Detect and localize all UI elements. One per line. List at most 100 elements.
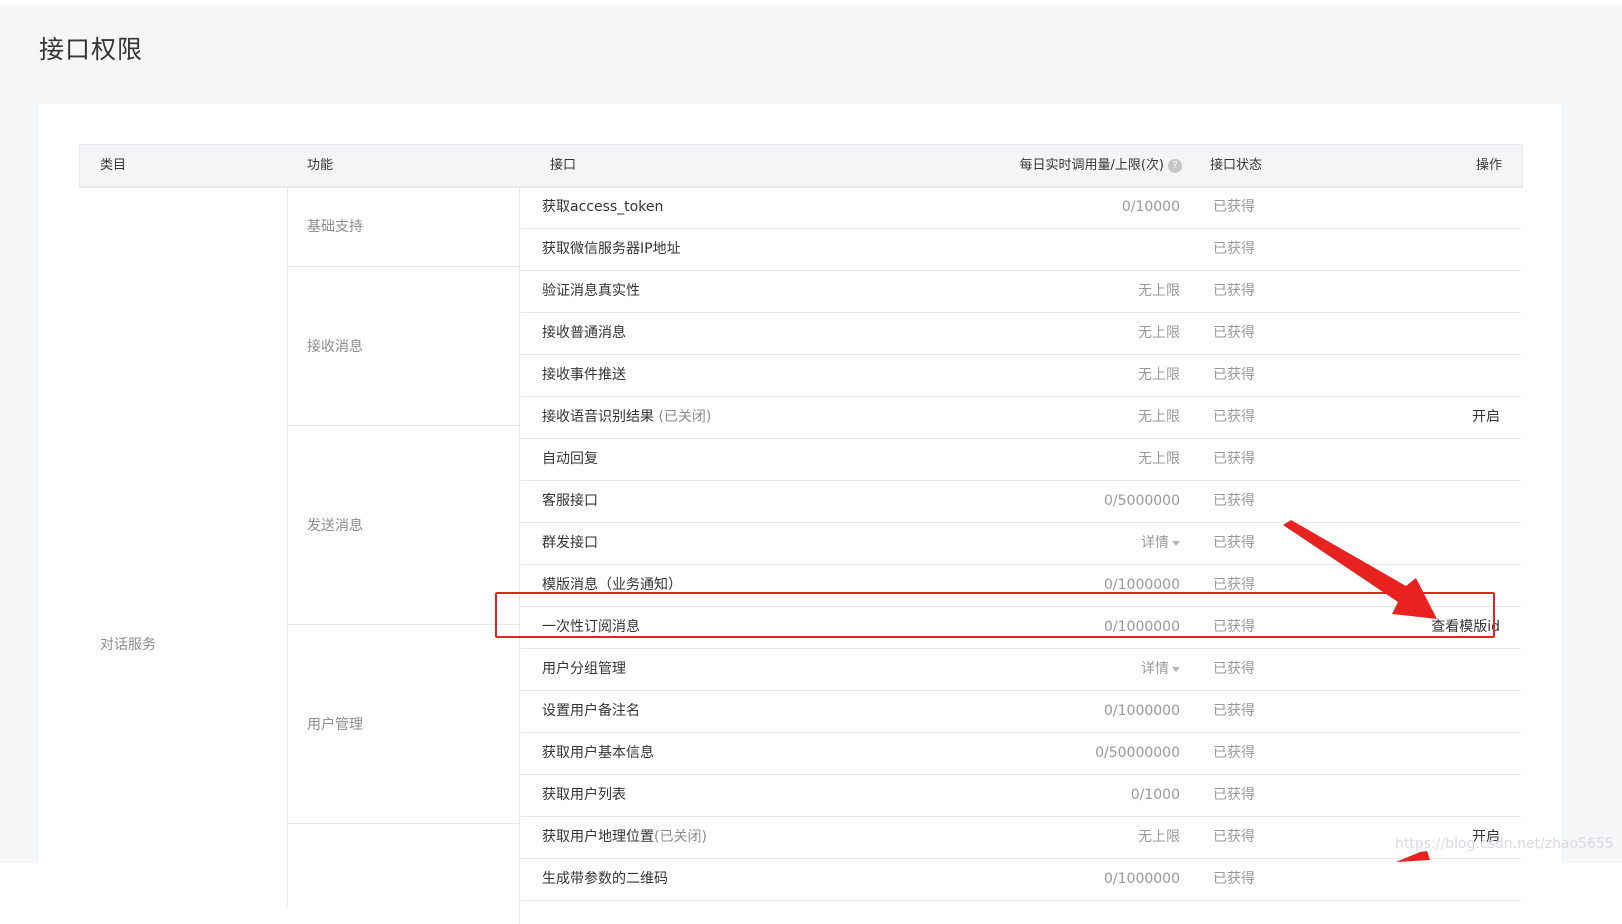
- table-row: 自动回复 无上限 已获得: [521, 439, 1521, 481]
- status-text: 已获得: [1213, 619, 1255, 635]
- help-icon[interactable]: ?: [1168, 158, 1182, 173]
- status-text: 已获得: [1213, 241, 1255, 257]
- status-text: 已获得: [1213, 367, 1255, 383]
- category-cell: 对话服务: [80, 187, 288, 907]
- quota-value: 无上限: [1138, 355, 1180, 396]
- api-name-text: 获取用户基本信息: [542, 745, 654, 761]
- status-text: 已获得: [1213, 703, 1255, 719]
- api-closed-note: (已关闭): [654, 409, 712, 425]
- quota-text: 无上限: [1138, 283, 1180, 299]
- quota-text: 0/1000000: [1104, 577, 1180, 593]
- page-title: 接口权限: [39, 35, 144, 64]
- group-cell-receive: 接收消息: [288, 267, 520, 426]
- quota-text: 无上限: [1138, 451, 1180, 467]
- quota-text: 0/10000: [1121, 199, 1180, 215]
- api-name: 生成带参数的二维码: [542, 859, 668, 900]
- quota-value: 无上限: [1138, 313, 1180, 354]
- table-row: 设置用户备注名 0/1000000 已获得: [521, 691, 1521, 733]
- api-name: 接收语音识别结果 (已关闭): [542, 397, 711, 438]
- quota-text: 0/1000000: [1104, 871, 1180, 887]
- quota-value: 0/1000000: [1104, 607, 1180, 648]
- api-name: 获取access_token: [542, 187, 663, 228]
- header-quota: 每日实时调用量/上限(次)?: [1019, 145, 1182, 186]
- quota-value: 无上限: [1138, 271, 1180, 312]
- table-row: 接收事件推送 无上限 已获得: [521, 355, 1521, 397]
- api-name-text: 获取微信服务器IP地址: [542, 241, 681, 257]
- api-name: 设置用户备注名: [542, 691, 640, 732]
- api-name: 验证消息真实性: [542, 271, 640, 312]
- quota-value: 0/1000000: [1104, 565, 1180, 606]
- quota-text: 0/1000000: [1104, 703, 1180, 719]
- api-name-text: 模版消息（业务通知）: [542, 577, 682, 593]
- api-name: 接收普通消息: [542, 313, 626, 354]
- api-name-text: 自动回复: [542, 451, 598, 467]
- quota-value: 0/5000000: [1104, 481, 1180, 522]
- table-row: 验证消息真实性 无上限 已获得: [521, 271, 1521, 313]
- api-name: 用户分组管理: [542, 649, 626, 690]
- quota-text: 0/5000000: [1104, 493, 1180, 509]
- table-row: 用户分组管理 详情 已获得: [521, 649, 1521, 691]
- api-name: 接收事件推送: [542, 355, 626, 396]
- api-name: 获取微信服务器IP地址: [542, 229, 681, 270]
- category-label: 对话服务: [100, 637, 156, 653]
- api-name-text: 获取access_token: [542, 199, 664, 215]
- status-text: 已获得: [1213, 283, 1255, 299]
- api-name-text: 获取用户列表: [542, 787, 626, 803]
- enable-link[interactable]: 开启: [1472, 397, 1500, 438]
- status-text: 已获得: [1213, 661, 1255, 677]
- view-template-id-link[interactable]: 查看模版id: [1431, 607, 1500, 648]
- quota-details-dropdown[interactable]: 详情: [1141, 523, 1180, 564]
- group-cell-user: 用户管理: [288, 625, 520, 824]
- api-name-text: 验证消息真实性: [542, 283, 640, 299]
- api-name-text: 用户分组管理: [542, 661, 626, 677]
- table-row: 获取微信服务器IP地址 已获得: [521, 229, 1521, 271]
- status-text: 已获得: [1213, 829, 1255, 845]
- status-text: 已获得: [1213, 199, 1255, 215]
- table-row: 接收语音识别结果 (已关闭) 无上限 已获得 开启: [521, 397, 1521, 439]
- table-row: 获取用户地理位置(已关闭) 无上限 已获得 开启: [521, 817, 1521, 859]
- quota-value: 无上限: [1138, 397, 1180, 438]
- status-text: 已获得: [1213, 577, 1255, 593]
- header-category: 类目: [100, 158, 127, 173]
- table-header: 类目 功能 接口 每日实时调用量/上限(次)? 接口状态 操作: [80, 145, 1522, 187]
- group-cell-send: 发送消息: [288, 426, 520, 625]
- permissions-card: 类目 功能 接口 每日实时调用量/上限(次)? 接口状态 操作 对话服务 基础支…: [39, 104, 1561, 924]
- quota-value: 0/10000: [1122, 187, 1180, 228]
- table-row: 客服接口 0/5000000 已获得: [521, 481, 1521, 523]
- quota-value: 0/1000: [1131, 775, 1180, 816]
- api-name-text: 生成带参数的二维码: [542, 871, 668, 887]
- quota-value: 无上限: [1138, 439, 1180, 480]
- api-name-text: 接收事件推送: [542, 367, 626, 383]
- watermark: https://blog.csdn.net/zhao5655: [1395, 836, 1614, 852]
- header-function: 功能: [307, 158, 334, 173]
- quota-details-dropdown[interactable]: 详情: [1141, 649, 1180, 690]
- quota-text: 0/1000000: [1104, 619, 1180, 635]
- api-name: 客服接口: [542, 481, 598, 522]
- quota-value: 0/1000000: [1104, 859, 1180, 900]
- table-row: 群发接口 详情 已获得: [521, 523, 1521, 565]
- group-label: 用户管理: [307, 717, 363, 733]
- quota-text: 0/50000000: [1095, 745, 1180, 761]
- header-api: 接口: [550, 158, 577, 173]
- header-action: 操作: [1475, 158, 1502, 173]
- api-name: 群发接口: [542, 523, 598, 564]
- table-row: 模版消息（业务通知） 0/1000000 已获得: [521, 565, 1521, 607]
- api-name: 模版消息（业务通知）: [542, 565, 682, 606]
- status-text: 已获得: [1213, 409, 1255, 425]
- status-text: 已获得: [1213, 787, 1255, 803]
- group-cell-basic: 基础支持: [288, 187, 520, 267]
- quota-value: 0/50000000: [1095, 733, 1180, 774]
- api-name-text: 接收普通消息: [542, 325, 626, 341]
- quota-text: 详情: [1141, 661, 1169, 677]
- api-name-text: 设置用户备注名: [542, 703, 640, 719]
- status-text: 已获得: [1213, 325, 1255, 341]
- quota-text: 详情: [1141, 535, 1169, 551]
- api-name: 获取用户列表: [542, 775, 626, 816]
- api-closed-note: (已关闭): [654, 829, 707, 845]
- table-row: 获取用户列表 0/1000 已获得: [521, 775, 1521, 817]
- status-text: 已获得: [1213, 493, 1255, 509]
- table-row: 接收普通消息 无上限 已获得: [521, 313, 1521, 355]
- quota-value: 0/1000000: [1104, 691, 1180, 732]
- api-name: 获取用户基本信息: [542, 733, 654, 774]
- table-row: 一次性订阅消息 0/1000000 已获得 查看模版id: [521, 607, 1521, 649]
